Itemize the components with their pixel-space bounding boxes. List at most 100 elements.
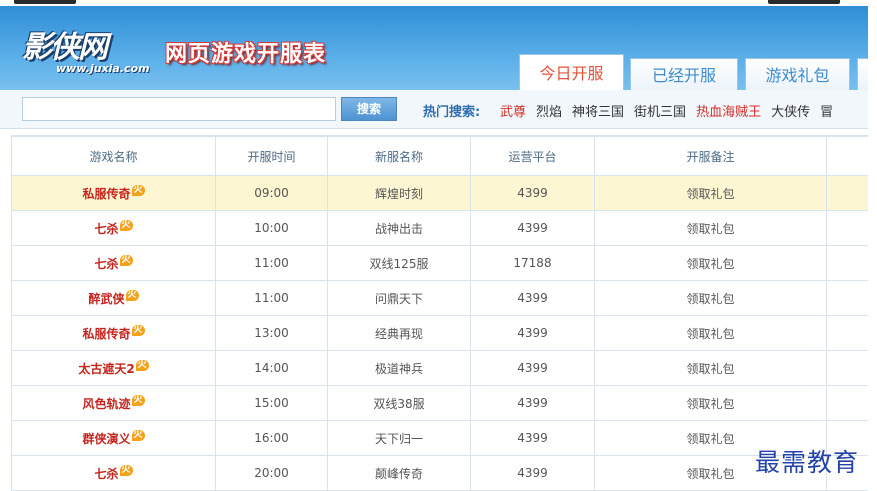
cell-server-name-text[interactable]: 辉煌时刻 xyxy=(375,187,423,201)
cell-server-name[interactable]: 辉煌时刻 xyxy=(327,175,471,211)
cell-platform-text[interactable]: 4399 xyxy=(517,221,548,235)
cell-game-name-text[interactable]: 七杀 xyxy=(94,222,118,236)
cell-note[interactable]: 领取礼包 xyxy=(594,350,827,386)
cell-platform[interactable]: 4399 xyxy=(470,350,595,386)
table-header-row: 游戏名称 开服时间 新服名称 运营平台 开服备注 xyxy=(11,136,868,176)
cell-server-name-text[interactable]: 颠峰传奇 xyxy=(375,467,423,481)
cell-note-text[interactable]: 领取礼包 xyxy=(686,467,734,481)
logo-url: www.juxia.com xyxy=(56,62,150,75)
cell-server-name-text[interactable]: 极道神兵 xyxy=(375,362,423,376)
cell-platform-text[interactable]: 4399 xyxy=(517,466,548,480)
cell-note-text[interactable]: 领取礼包 xyxy=(686,292,734,306)
cell-server-name[interactable]: 双线125服 xyxy=(327,245,471,281)
cell-note[interactable]: 领取礼包 xyxy=(594,280,827,316)
cell-platform[interactable]: 4399 xyxy=(470,420,595,456)
cell-server-name-text[interactable]: 经典再现 xyxy=(375,327,423,341)
cell-note[interactable]: 领取礼包 xyxy=(594,385,827,421)
cell-game-name-text[interactable]: 七杀 xyxy=(94,257,118,271)
cell-platform[interactable]: 4399 xyxy=(470,175,595,211)
hot-badge-icon: 火 xyxy=(131,429,145,441)
cell-game-name-text[interactable]: 风色轨迹 xyxy=(82,397,130,411)
site-logo[interactable]: 影侠网 www.juxia.com xyxy=(18,20,158,82)
cell-game-name[interactable]: 私服传奇火 xyxy=(11,315,216,351)
top-left-link[interactable] xyxy=(14,0,76,4)
cell-server-name-text[interactable]: 双线125服 xyxy=(370,257,429,271)
cell-platform[interactable]: 4399 xyxy=(470,280,595,316)
cell-platform-text[interactable]: 4399 xyxy=(517,396,548,410)
cell-note-text[interactable]: 领取礼包 xyxy=(686,362,734,376)
cell-note-text[interactable]: 领取礼包 xyxy=(686,432,734,446)
hot-search-link[interactable]: 街机三国 xyxy=(634,105,686,120)
cell-extra xyxy=(826,385,868,421)
search-input[interactable] xyxy=(22,97,336,121)
cell-open-time: 11:00 xyxy=(215,245,328,281)
cell-game-name[interactable]: 群侠演义火 xyxy=(11,420,216,456)
hot-search-link[interactable]: 冒 xyxy=(820,105,833,120)
cell-game-name[interactable]: 七杀火 xyxy=(11,455,216,491)
cell-server-name-text[interactable]: 双线38服 xyxy=(373,397,424,411)
cell-platform-text[interactable]: 4399 xyxy=(517,291,548,305)
cell-server-name-text[interactable]: 天下归一 xyxy=(375,432,423,446)
search-button[interactable]: 搜索 xyxy=(341,97,397,121)
table-row: 群侠演义火 16:00 天下归一 4399 领取礼包 xyxy=(11,420,868,456)
cell-open-time-text: 20:00 xyxy=(254,466,289,480)
cell-note-text[interactable]: 领取礼包 xyxy=(686,397,734,411)
cell-platform[interactable]: 4399 xyxy=(470,210,595,246)
tab-opened[interactable]: 已经开服 xyxy=(630,58,738,92)
cell-server-name[interactable]: 战神出击 xyxy=(327,210,471,246)
cell-server-name[interactable]: 双线38服 xyxy=(327,385,471,421)
cell-note[interactable]: 领取礼包 xyxy=(594,175,827,211)
cell-game-name[interactable]: 醉武侠火 xyxy=(11,280,216,316)
hot-search-link[interactable]: 武尊 xyxy=(500,105,526,120)
cell-platform-text[interactable]: 17188 xyxy=(513,256,551,270)
cell-note-text[interactable]: 领取礼包 xyxy=(686,257,734,271)
cell-game-name-text[interactable]: 醉武侠 xyxy=(88,292,124,306)
header-note: 开服备注 xyxy=(594,136,827,176)
cell-note-text[interactable]: 领取礼包 xyxy=(686,187,734,201)
cell-open-time: 13:00 xyxy=(215,315,328,351)
cell-platform-text[interactable]: 4399 xyxy=(517,361,548,375)
hot-search-link[interactable]: 大侠传 xyxy=(771,105,810,120)
cell-server-name-text[interactable]: 战神出击 xyxy=(375,222,423,236)
cell-platform[interactable]: 17188 xyxy=(470,245,595,281)
cell-note-text[interactable]: 领取礼包 xyxy=(686,222,734,236)
cell-platform[interactable]: 4399 xyxy=(470,385,595,421)
cell-game-name-text[interactable]: 太古遮天2 xyxy=(78,362,134,376)
cell-platform-text[interactable]: 4399 xyxy=(517,431,548,445)
cell-server-name[interactable]: 经典再现 xyxy=(327,315,471,351)
header: 影侠网 www.juxia.com 网页游戏开服表 今日开服 已经开服 游戏礼包 xyxy=(0,6,871,96)
cell-platform[interactable]: 4399 xyxy=(470,455,595,491)
page-title: 网页游戏开服表 xyxy=(165,42,327,67)
cell-game-name-text[interactable]: 私服传奇 xyxy=(82,327,130,341)
cell-note[interactable]: 领取礼包 xyxy=(594,245,827,281)
cell-extra xyxy=(826,210,868,246)
cell-note[interactable]: 领取礼包 xyxy=(594,210,827,246)
top-right-link[interactable] xyxy=(768,0,840,4)
cell-server-name[interactable]: 极道神兵 xyxy=(327,350,471,386)
table-row: 七杀火 10:00 战神出击 4399 领取礼包 xyxy=(11,210,868,246)
hot-badge-icon: 火 xyxy=(119,254,133,266)
cell-extra xyxy=(826,245,868,281)
cell-server-name[interactable]: 问鼎天下 xyxy=(327,280,471,316)
cell-open-time: 11:00 xyxy=(215,280,328,316)
cell-game-name-text[interactable]: 七杀 xyxy=(94,467,118,481)
cell-game-name[interactable]: 七杀火 xyxy=(11,210,216,246)
cell-note[interactable]: 领取礼包 xyxy=(594,315,827,351)
cell-game-name-text[interactable]: 私服传奇 xyxy=(82,187,130,201)
hot-search-link[interactable]: 热血海贼王 xyxy=(696,105,761,120)
cell-game-name-text[interactable]: 群侠演义 xyxy=(82,432,130,446)
cell-server-name-text[interactable]: 问鼎天下 xyxy=(375,292,423,306)
tab-gift[interactable]: 游戏礼包 xyxy=(745,58,850,92)
cell-platform-text[interactable]: 4399 xyxy=(517,326,548,340)
cell-server-name[interactable]: 颠峰传奇 xyxy=(327,455,471,491)
cell-server-name[interactable]: 天下归一 xyxy=(327,420,471,456)
cell-platform-text[interactable]: 4399 xyxy=(517,186,548,200)
cell-game-name[interactable]: 七杀火 xyxy=(11,245,216,281)
cell-game-name[interactable]: 太古遮天2 火 xyxy=(11,350,216,386)
cell-platform[interactable]: 4399 xyxy=(470,315,595,351)
hot-search-link[interactable]: 烈焰 xyxy=(536,105,562,120)
cell-note-text[interactable]: 领取礼包 xyxy=(686,327,734,341)
hot-search-link[interactable]: 神将三国 xyxy=(572,105,624,120)
cell-game-name[interactable]: 私服传奇火 xyxy=(11,175,216,211)
cell-game-name[interactable]: 风色轨迹火 xyxy=(11,385,216,421)
